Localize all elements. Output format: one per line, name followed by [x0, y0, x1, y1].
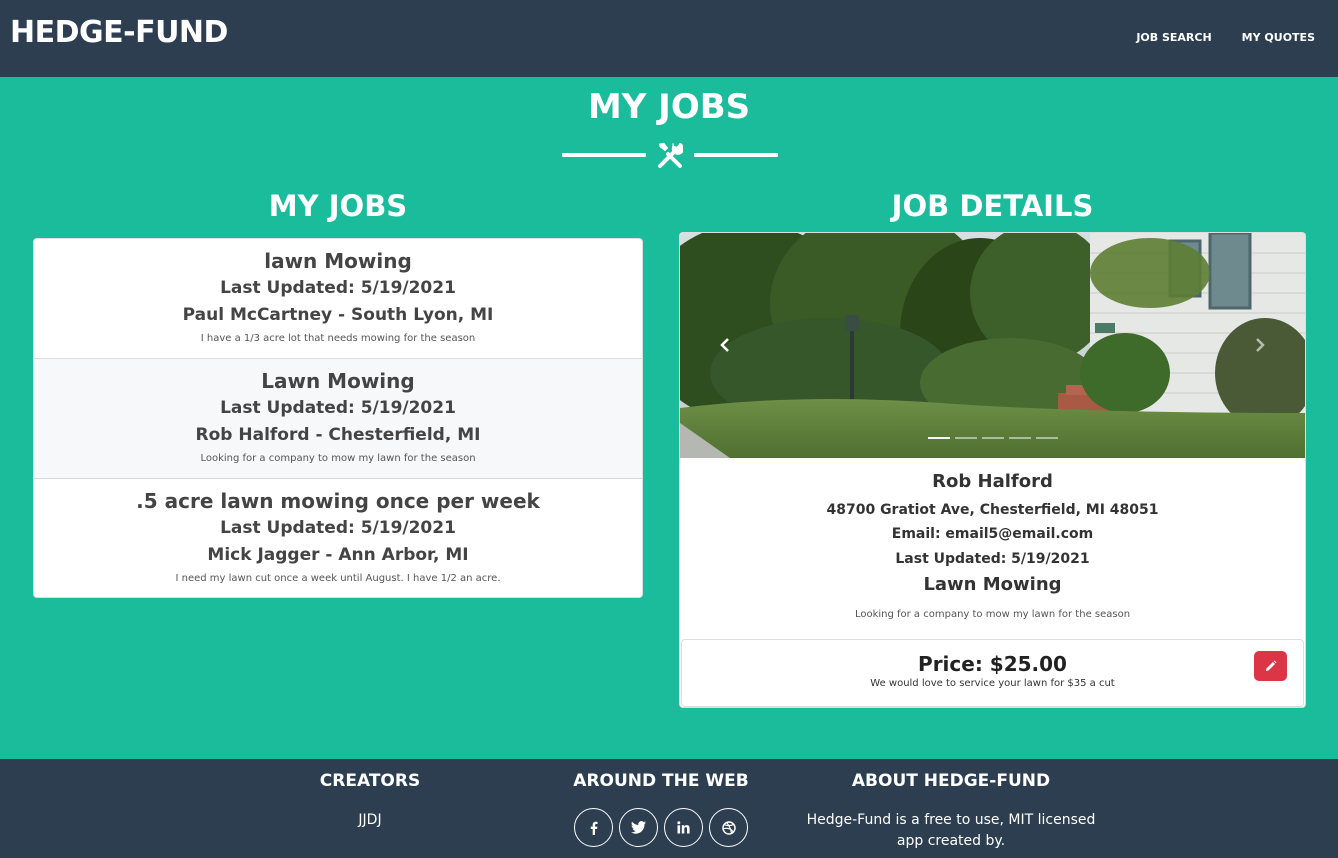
divider-line-right [694, 153, 778, 157]
job-updated: Last Updated: 5/19/2021 [220, 518, 456, 538]
footer-creators-title: CREATORS [319, 771, 421, 791]
job-list-item-selected[interactable]: Lawn Mowing Last Updated: 5/19/2021 Rob … [34, 359, 642, 479]
footer-creators-text: JJDJ [358, 812, 382, 828]
client-email: Email: email5@email.com [891, 526, 1094, 542]
job-person: Rob Halford - Chesterfield, MI [195, 425, 481, 445]
job-title: Lawn Mowing [261, 369, 415, 393]
job-person: Paul McCartney - South Lyon, MI [182, 305, 494, 325]
footer-creators: CREATORS JJDJ [270, 770, 470, 831]
carousel-indicator[interactable] [982, 437, 1004, 439]
client-address: 48700 Gratiot Ave, Chesterfield, MI 4805… [826, 502, 1159, 518]
twitter-icon[interactable] [619, 808, 658, 847]
job-updated: Last Updated: 5/19/2021 [220, 278, 456, 298]
nav-my-quotes[interactable]: MY QUOTES [1242, 31, 1315, 44]
nav-job-search[interactable]: JOB SEARCH [1136, 31, 1211, 44]
brand-logo[interactable]: HEDGE-FUND [10, 15, 228, 50]
carousel-indicator[interactable] [1009, 437, 1031, 439]
job-updated: Last Updated: 5/19/2021 [895, 551, 1090, 567]
quote-card: Price: $25.00 We would love to service y… [681, 639, 1304, 707]
linkedin-icon[interactable] [664, 808, 703, 847]
job-details-card: Rob Halford 48700 Gratiot Ave, Chesterfi… [679, 232, 1306, 708]
job-title: .5 acre lawn mowing once per week [136, 489, 540, 513]
tools-icon [658, 142, 683, 168]
job-description: I need my lawn cut once a week until Aug… [175, 573, 501, 584]
carousel-indicator[interactable] [1036, 437, 1058, 439]
footer: CREATORS JJDJ AROUND THE WEB ABOUT HEDGE… [0, 759, 1338, 858]
my-jobs-heading: MY JOBS [268, 189, 408, 223]
carousel-indicator[interactable] [928, 437, 950, 439]
job-description: I have a 1/3 acre lot that needs mowing … [200, 333, 476, 344]
footer-around-web: AROUND THE WEB [530, 770, 792, 847]
job-person: Mick Jagger - Ann Arbor, MI [207, 545, 469, 565]
footer-about: ABOUT HEDGE-FUND Hedge-Fund is a free to… [800, 770, 1102, 852]
quote-price: Price: $25.00 [918, 652, 1067, 676]
client-name: Rob Halford [932, 471, 1053, 492]
pencil-icon [1265, 660, 1276, 671]
yard-photo [680, 233, 1305, 458]
quote-message: We would love to service your lawn for $… [870, 678, 1115, 689]
divider-line-left [562, 153, 646, 157]
carousel-next-icon[interactable] [1251, 337, 1267, 353]
footer-about-title: ABOUT HEDGE-FUND [851, 771, 1051, 791]
job-updated: Last Updated: 5/19/2021 [220, 398, 456, 418]
facebook-icon[interactable] [574, 808, 613, 847]
nav-links: JOB SEARCH MY QUOTES [1136, 31, 1315, 44]
job-title: lawn Mowing [264, 249, 412, 273]
navbar: HEDGE-FUND JOB SEARCH MY QUOTES [0, 0, 1338, 77]
carousel-indicator[interactable] [955, 437, 977, 439]
job-details-heading: JOB DETAILS [891, 189, 1094, 223]
job-details-body: Rob Halford 48700 Gratiot Ave, Chesterfi… [680, 469, 1305, 630]
photo-carousel[interactable] [680, 233, 1305, 458]
title-divider [562, 141, 778, 169]
carousel-prev-icon[interactable] [718, 337, 734, 353]
job-description: Looking for a company to mow my lawn for… [200, 453, 476, 464]
job-title: Lawn Mowing [923, 574, 1062, 595]
page-title: MY JOBS [587, 87, 751, 127]
job-list-item[interactable]: .5 acre lawn mowing once per week Last U… [34, 479, 642, 597]
footer-about-text: Hedge-Fund is a free to use, MIT license… [806, 812, 1096, 849]
job-description: Looking for a company to mow my lawn for… [854, 609, 1131, 620]
social-links [530, 808, 792, 847]
dribbble-icon[interactable] [709, 808, 748, 847]
carousel-indicators [928, 437, 1058, 439]
footer-around-title: AROUND THE WEB [573, 771, 749, 791]
edit-quote-button[interactable] [1254, 651, 1287, 681]
job-list-item[interactable]: lawn Mowing Last Updated: 5/19/2021 Paul… [34, 239, 642, 359]
job-list: lawn Mowing Last Updated: 5/19/2021 Paul… [33, 238, 643, 598]
